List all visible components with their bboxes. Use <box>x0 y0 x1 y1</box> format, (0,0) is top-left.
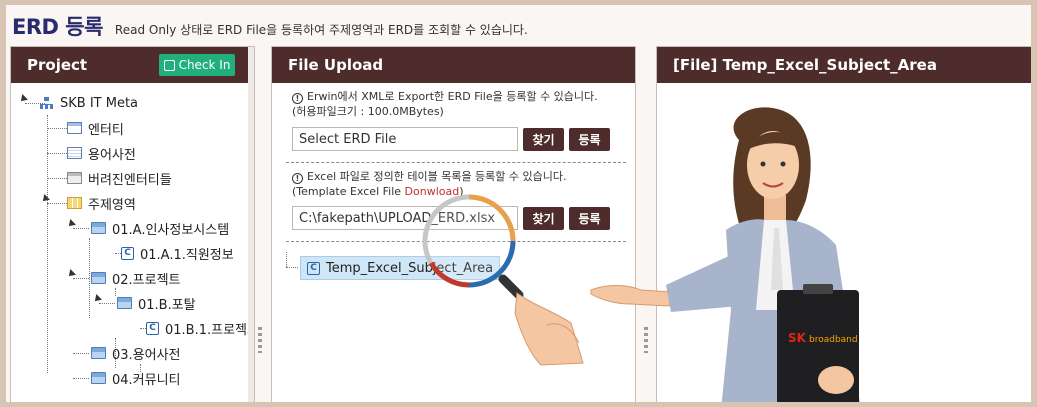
clipboard-brand: SK <box>788 331 807 345</box>
tree-node-root[interactable]: SKB IT Meta <box>39 93 138 113</box>
presenter-illustration: SK broadband <box>590 107 860 402</box>
tree-node-folder-community[interactable]: 04.커뮤니티 <box>91 368 181 388</box>
tree-node-project-item[interactable]: C 01.B.1.프로젝트 <box>146 318 254 338</box>
tree-node-folder-hr[interactable]: 01.A.인사정보시스템 <box>91 218 229 238</box>
folder-icon <box>91 347 106 359</box>
tree-node-employee[interactable]: C 01.A.1.직원정보 <box>121 243 234 263</box>
project-panel: Project Check In SKB IT Meta 엔터티 용어사전 버려… <box>10 46 255 402</box>
folder-icon <box>91 372 106 384</box>
tree-node-dictionary[interactable]: 용어사전 <box>67 143 136 163</box>
folder-icon <box>91 272 106 284</box>
check-in-button[interactable]: Check In <box>159 54 235 76</box>
table-icon <box>67 122 82 134</box>
folder-icon <box>91 222 106 234</box>
upload-panel-title: File Upload <box>288 56 384 74</box>
dictionary-icon <box>67 147 82 159</box>
page-title: ERD 등록 <box>12 15 103 39</box>
project-panel-header: Project Check In <box>11 47 254 83</box>
page-subtitle: Read Only 상태로 ERD File을 등록하여 주제영역과 ERD를 … <box>114 23 528 37</box>
page-frame: ERD 등록 Read Only 상태로 ERD File을 등록하여 주제영역… <box>6 5 1031 402</box>
hand-shape <box>514 292 584 366</box>
upload-panel-header: File Upload <box>272 47 635 83</box>
tree-scrollbar[interactable] <box>248 47 254 402</box>
page-header: ERD 등록 Read Only 상태로 ERD File을 등록하여 주제영역… <box>12 11 528 41</box>
grid-icon <box>67 197 82 209</box>
splitter-handle[interactable] <box>258 327 262 353</box>
tree-node-entity[interactable]: 엔터티 <box>67 118 124 138</box>
file-panel-title: [File] Temp_Excel_Subject_Area <box>673 56 937 74</box>
pointing-hand <box>590 285 672 307</box>
erd-file-input[interactable]: Select ERD File <box>292 127 518 151</box>
network-icon <box>39 97 54 109</box>
c-icon: C <box>121 246 134 260</box>
tree-node-abandoned[interactable]: 버려진엔터티들 <box>67 168 172 188</box>
info-icon: ! <box>292 93 303 104</box>
c-icon: C <box>146 321 159 335</box>
project-tree: SKB IT Meta 엔터티 용어사전 버려진엔터티들 주제영역 01.A.인… <box>11 83 254 388</box>
file-panel-header: [File] Temp_Excel_Subject_Area <box>657 47 1031 83</box>
erd-find-button[interactable]: 찾기 <box>523 128 564 151</box>
tree-node-folder-project[interactable]: 02.프로젝트 <box>91 268 181 288</box>
check-in-label: Check In <box>178 58 231 72</box>
c-icon: C <box>307 261 320 275</box>
trash-table-icon <box>67 172 82 184</box>
tree-node-subject-area[interactable]: 주제영역 <box>67 193 136 213</box>
project-panel-title: Project <box>27 56 88 74</box>
tree-node-folder-portal[interactable]: 01.B.포탈 <box>117 293 196 313</box>
magnifier-illustration <box>422 194 584 366</box>
info-icon: ! <box>292 173 303 184</box>
divider <box>286 162 626 163</box>
checkbox-icon <box>163 59 175 71</box>
erd-upload-info: ! Erwin에서 XML로 Export한 ERD File을 등록할 수 있습… <box>292 90 598 118</box>
svg-text:broadband: broadband <box>809 335 858 345</box>
tree-node-folder-dict[interactable]: 03.용어사전 <box>91 343 181 363</box>
folder-icon <box>117 297 132 309</box>
